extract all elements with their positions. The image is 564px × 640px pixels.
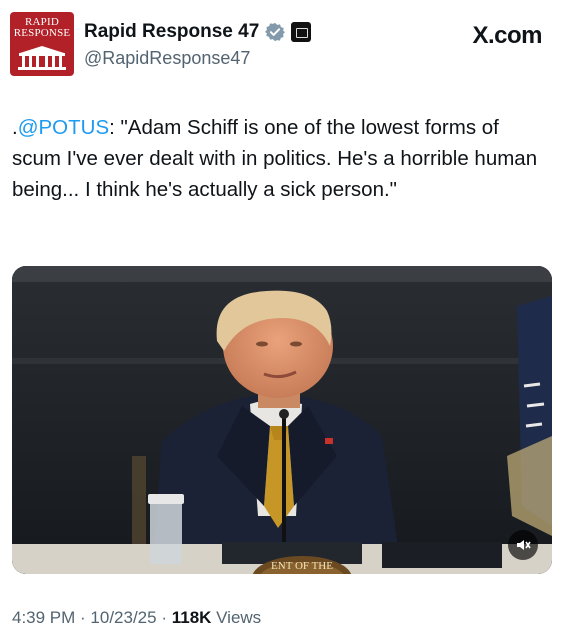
views-label: Views	[211, 608, 262, 627]
brand-label: X.com	[472, 22, 542, 49]
presidential-seal-text: ENT OF THE	[271, 560, 333, 572]
mention-link[interactable]: @POTUS	[18, 116, 109, 139]
tweet-text: .@POTUS: "Adam Schiff is one of the lowe…	[12, 112, 552, 205]
speaker-icon	[517, 540, 531, 550]
avatar[interactable]: RAPID RESPONSE	[10, 12, 74, 76]
views-count[interactable]: 118K	[172, 608, 212, 627]
account-handle[interactable]: @RapidResponse47	[84, 48, 250, 69]
video-player[interactable]: ENT OF THE	[12, 266, 552, 574]
meta-separator: ·	[75, 608, 91, 627]
tweet-date[interactable]: 10/23/25	[90, 608, 156, 627]
verified-badge-icon[interactable]	[265, 22, 286, 42]
avatar-logo-line2: RESPONSE	[13, 27, 71, 39]
video-frame: ENT OF THE	[12, 266, 552, 574]
tweet-header: RAPID RESPONSE Rapid Response 47 @RapidR…	[10, 12, 554, 78]
meta-separator: ·	[156, 608, 172, 627]
tweet-meta: 4:39 PM · 10/23/25 · 118K Views	[12, 608, 261, 628]
tweet-time[interactable]: 4:39 PM	[12, 608, 75, 627]
white-house-affiliate-icon[interactable]	[291, 22, 312, 42]
display-name[interactable]: Rapid Response 47	[84, 21, 259, 43]
sound-toggle-button[interactable]	[508, 530, 538, 560]
name-row: Rapid Response 47	[84, 18, 312, 46]
white-house-icon	[18, 46, 66, 70]
